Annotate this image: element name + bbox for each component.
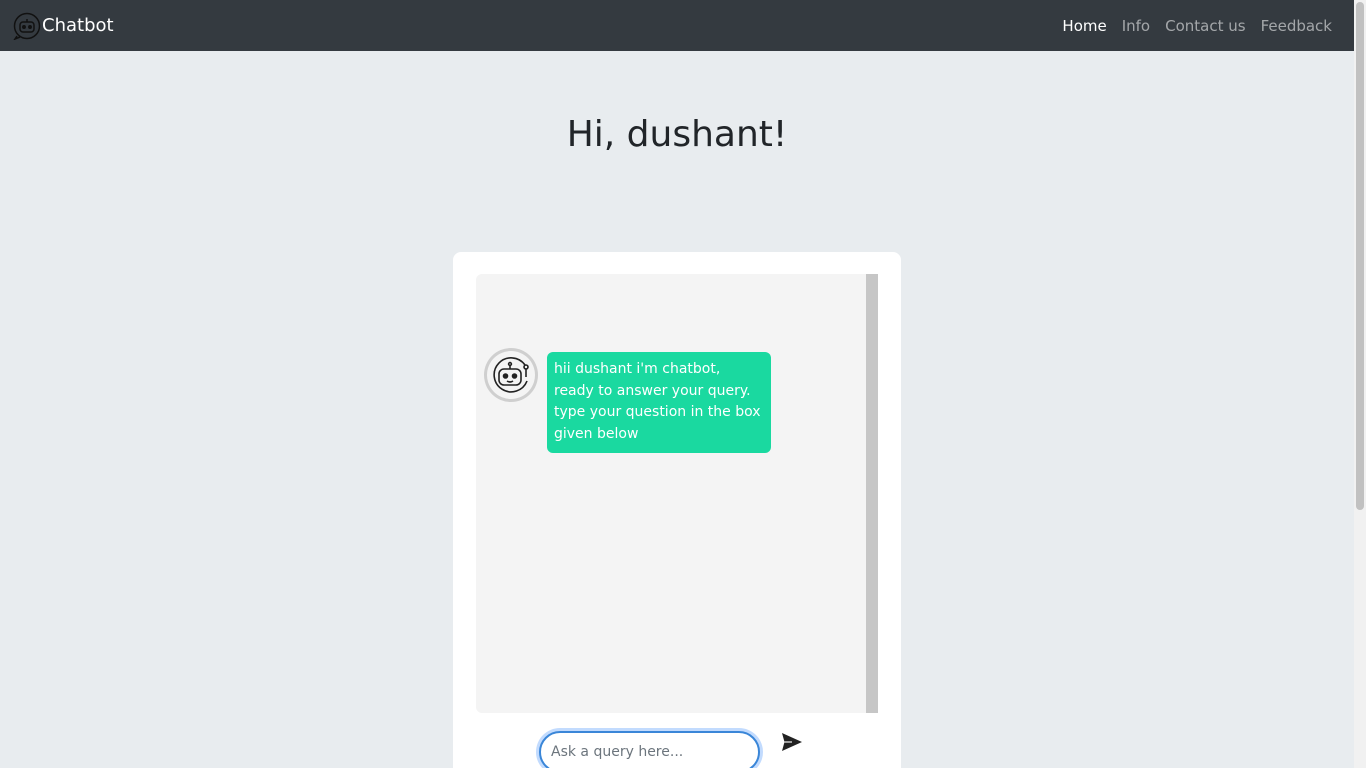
query-input[interactable] — [539, 731, 760, 768]
nav-link-feedback[interactable]: Feedback — [1261, 17, 1332, 35]
brand-title: Chatbot — [42, 15, 114, 36]
input-row — [539, 731, 805, 768]
greeting-title: Hi, dushant! — [566, 114, 788, 155]
chatbot-icon — [13, 12, 41, 41]
nav-link-contact[interactable]: Contact us — [1165, 17, 1245, 35]
page-scrollbar[interactable] — [1354, 0, 1366, 768]
navbar: Chatbot Home Info Contact us Feedback — [0, 0, 1354, 51]
chat-card: hii dushant i'm chatbot, ready to answer… — [453, 252, 901, 768]
bot-message: hii dushant i'm chatbot, ready to answer… — [547, 352, 771, 453]
chat-messages: hii dushant i'm chatbot, ready to answer… — [476, 274, 878, 713]
brand-link[interactable]: Chatbot — [13, 12, 114, 41]
bot-avatar — [484, 348, 538, 402]
nav-link-home[interactable]: Home — [1062, 17, 1106, 35]
chat-scrollbar[interactable] — [866, 274, 878, 713]
send-icon — [782, 733, 802, 751]
send-button[interactable] — [779, 729, 805, 755]
nav-link-info[interactable]: Info — [1122, 17, 1150, 35]
robot-icon — [493, 357, 529, 393]
page-scrollbar-thumb[interactable] — [1356, 2, 1364, 510]
nav-links: Home Info Contact us Feedback — [1047, 0, 1332, 51]
